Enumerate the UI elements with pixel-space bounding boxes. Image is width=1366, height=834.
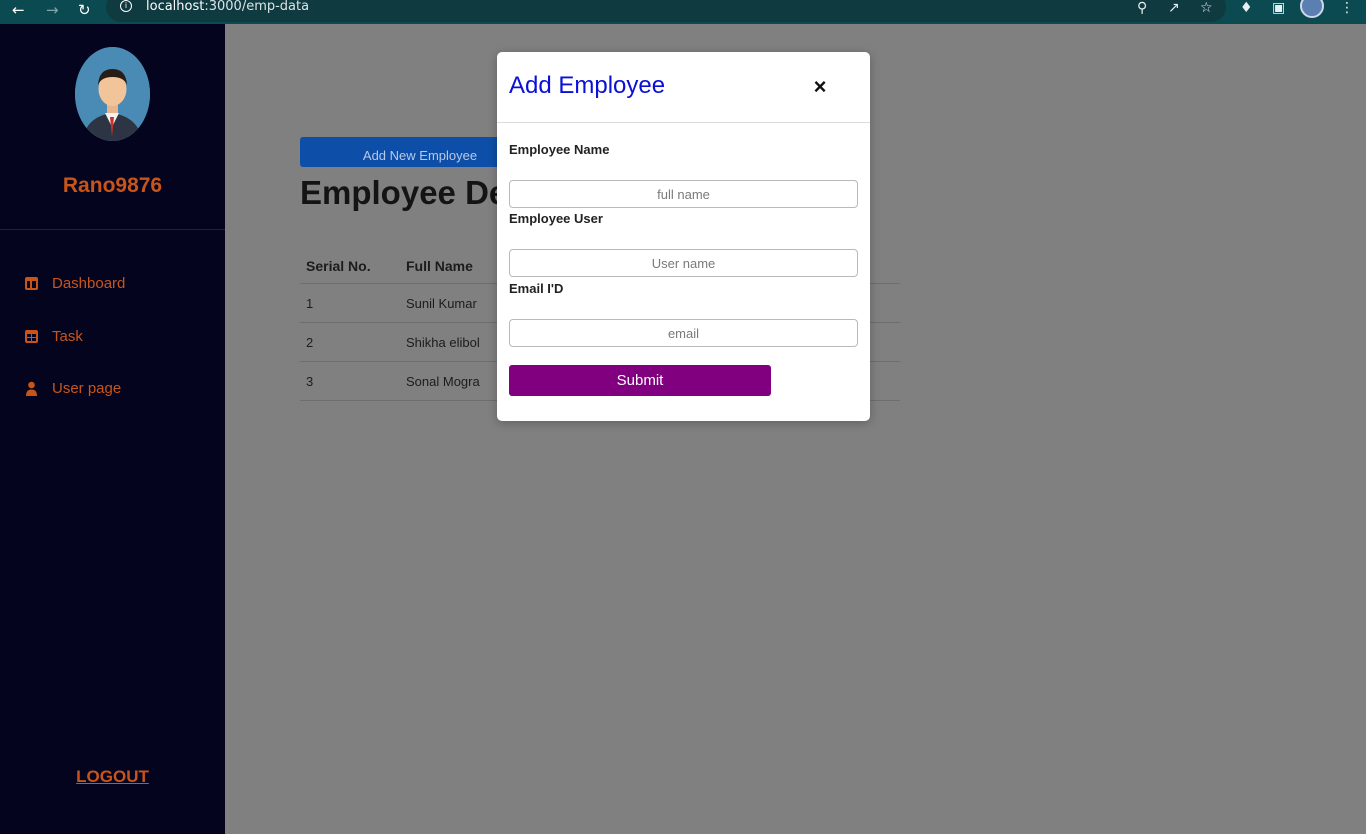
menu-kebab-icon[interactable]: ⋮	[1340, 0, 1354, 16]
submit-button[interactable]: Submit	[509, 365, 771, 396]
email-input[interactable]	[509, 319, 858, 347]
serial-cell: 1	[306, 296, 314, 311]
dashboard-icon	[24, 276, 39, 291]
bookmark-star-icon[interactable]: ☆	[1200, 0, 1213, 16]
back-arrow-icon[interactable]: ←	[12, 2, 25, 18]
employee-name-input[interactable]	[509, 180, 858, 208]
sidebar-item-dashboard[interactable]: Dashboard	[24, 272, 125, 294]
serial-cell: 2	[306, 335, 314, 350]
extensions-icon[interactable]: ♦	[1240, 0, 1253, 16]
site-info-icon[interactable]: i	[120, 0, 132, 12]
browser-toolbar: ← → ↻ i localhost:3000/emp-data ⚲ ↗ ☆ ♦ …	[0, 0, 1366, 24]
zoom-icon[interactable]: ⚲	[1137, 0, 1147, 16]
user-avatar	[75, 47, 150, 141]
url-path: :3000/emp-data	[204, 0, 310, 14]
modal-title: Add Employee	[509, 72, 666, 99]
sidebar-divider	[0, 229, 225, 230]
column-header: Full Name	[406, 258, 473, 274]
reload-icon[interactable]: ↻	[78, 2, 91, 18]
side-panel-icon[interactable]: ▣	[1272, 0, 1285, 16]
sidebar-item-label: Task	[52, 327, 83, 345]
full-name-cell: Sonal Mogra	[406, 374, 480, 389]
full-name-cell: Sunil Kumar	[406, 296, 477, 311]
share-icon[interactable]: ↗	[1168, 0, 1180, 16]
column-header: Serial No.	[306, 258, 371, 274]
sidebar-item-label: Dashboard	[52, 274, 126, 292]
close-icon[interactable]: ×	[807, 72, 833, 102]
url-host: localhost	[146, 0, 205, 14]
sidebar-item-user-page[interactable]: User page	[24, 377, 121, 399]
table-icon	[24, 329, 39, 344]
logout-link[interactable]: LOGOUT	[0, 767, 225, 787]
user-icon	[24, 381, 39, 396]
employee-user-input[interactable]	[509, 249, 858, 277]
modal-header-divider	[497, 122, 870, 123]
profile-avatar-icon[interactable]	[1300, 0, 1324, 18]
address-bar[interactable]: i localhost:3000/emp-data	[106, 0, 1226, 22]
forward-arrow-icon[interactable]: →	[46, 2, 59, 18]
employee-user-label: Employee User	[509, 211, 603, 226]
employee-name-label: Employee Name	[509, 142, 610, 157]
sidebar-item-label: User page	[52, 379, 122, 397]
full-name-cell: Shikha elibol	[406, 335, 480, 350]
email-label: Email I'D	[509, 281, 564, 296]
sidebar: Rano9876 Dashboard Task User page LOGOUT	[0, 24, 225, 834]
username: Rano9876	[62, 174, 163, 197]
person-avatar-icon	[75, 47, 150, 141]
add-employee-modal: Add Employee × Employee Name Employee Us…	[497, 52, 870, 421]
sidebar-item-task[interactable]: Task	[24, 325, 83, 347]
serial-cell: 3	[306, 374, 314, 389]
